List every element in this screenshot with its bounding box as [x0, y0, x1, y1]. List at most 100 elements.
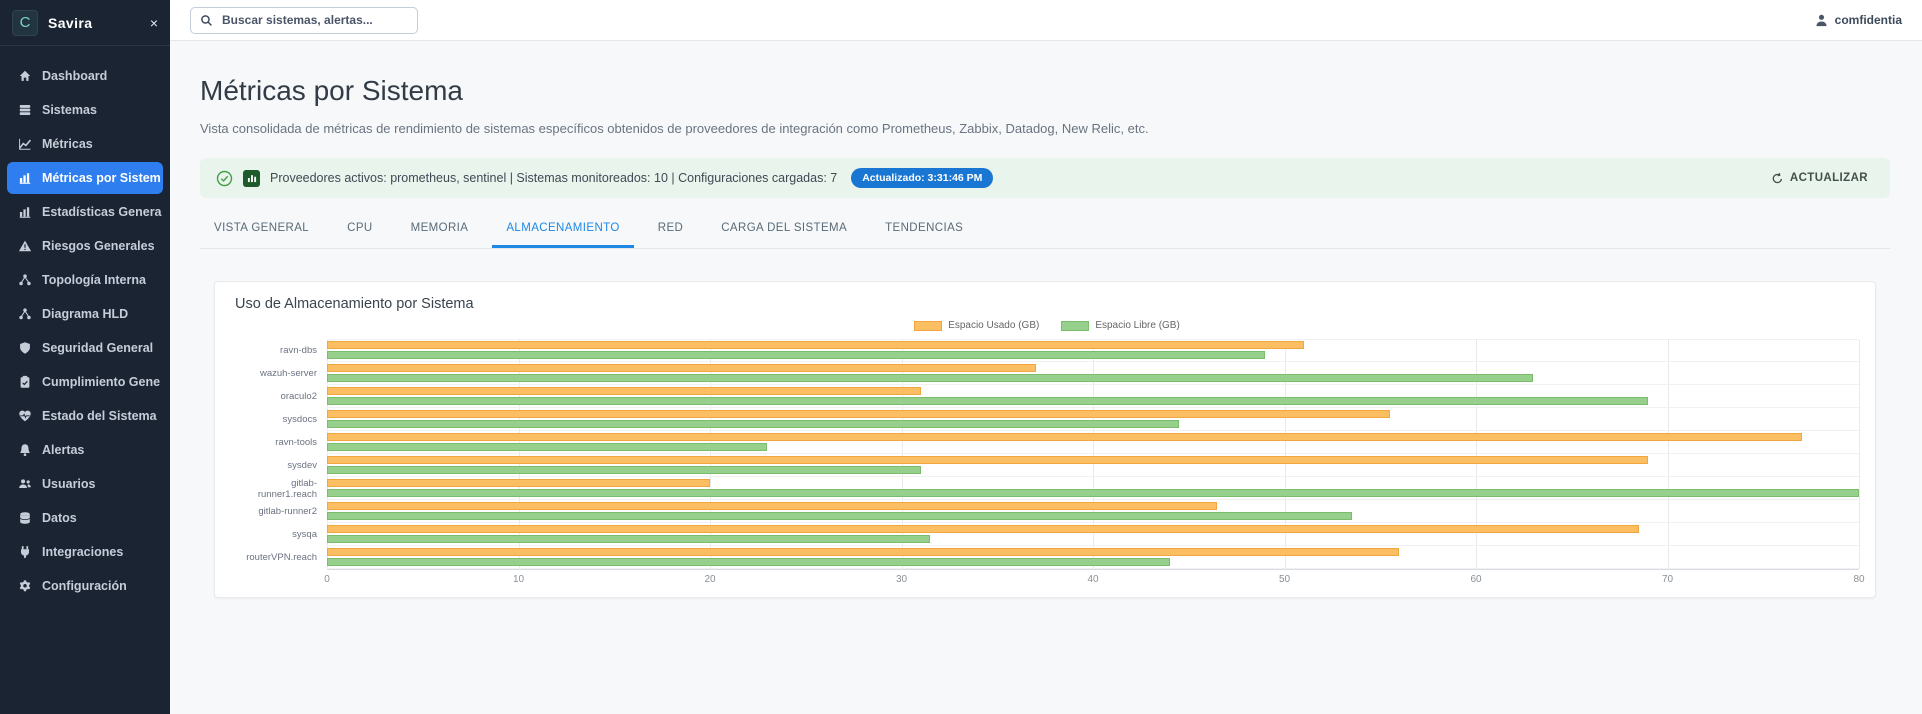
sidebar-item-label: Estadísticas Genera — [42, 205, 162, 219]
sidebar-item-alertas[interactable]: Alertas — [7, 434, 163, 466]
tab-carga-del-sistema[interactable]: CARGA DEL SISTEMA — [707, 212, 861, 248]
category-label: sysdocs — [235, 414, 327, 425]
sidebar-item-sistemas[interactable]: Sistemas — [7, 94, 163, 126]
bar-espacio-usado-gb[interactable] — [327, 502, 1217, 510]
sidebar-item-datos[interactable]: Datos — [7, 502, 163, 534]
sidebar-item-metricas-por-sistem[interactable]: Métricas por Sistem — [7, 162, 163, 194]
sidebar-item-topologia-interna[interactable]: Topología Interna — [7, 264, 163, 296]
bar-espacio-usado-gb[interactable] — [327, 364, 1036, 372]
sidebar-close-icon[interactable]: × — [150, 16, 158, 30]
bar-group — [327, 546, 1859, 569]
sidebar-item-usuarios[interactable]: Usuarios — [7, 468, 163, 500]
tab-vista-general[interactable]: VISTA GENERAL — [200, 212, 323, 248]
bar-espacio-usado-gb[interactable] — [327, 456, 1648, 464]
tab-memoria[interactable]: MEMORIA — [397, 212, 483, 248]
sidebar-item-label: Dashboard — [42, 69, 107, 83]
chart-row-gitlab-runner1-reach: gitlab-runner1.reach — [235, 477, 1859, 500]
bar-espacio-usado-gb[interactable] — [327, 479, 710, 487]
database-icon — [17, 511, 32, 525]
search-box[interactable] — [190, 7, 418, 34]
heart-pulse-icon — [17, 409, 32, 423]
x-axis: 01020304050607080 — [327, 569, 1859, 587]
category-label: oraculo2 — [235, 391, 327, 402]
search-input[interactable] — [220, 12, 408, 28]
status-banner: Proveedores activos: prometheus, sentine… — [200, 158, 1890, 198]
page-title: Métricas por Sistema — [200, 75, 1890, 107]
network-icon — [17, 307, 32, 321]
bar-espacio-libre-gb[interactable] — [327, 397, 1648, 405]
user-name: comfidentia — [1835, 13, 1902, 27]
x-tick-label: 50 — [1279, 574, 1290, 585]
legend-label: Espacio Libre (GB) — [1095, 320, 1179, 331]
bar-espacio-libre-gb[interactable] — [327, 512, 1352, 520]
category-label: gitlab-runner2 — [235, 506, 327, 517]
legend-item-espacio-libre-gb[interactable]: Espacio Libre (GB) — [1061, 320, 1179, 331]
x-tick-label: 40 — [1087, 574, 1098, 585]
chart-row-wazuh-server: wazuh-server — [235, 362, 1859, 385]
line-chart-icon — [17, 137, 32, 151]
sidebar-item-label: Topología Interna — [42, 273, 146, 287]
user-menu[interactable]: comfidentia — [1814, 13, 1902, 28]
bar-espacio-usado-gb[interactable] — [327, 341, 1304, 349]
server-icon — [17, 103, 32, 117]
sidebar-item-configuracion[interactable]: Configuración — [7, 570, 163, 602]
bar-espacio-libre-gb[interactable] — [327, 466, 921, 474]
bar-espacio-libre-gb[interactable] — [327, 558, 1170, 566]
chart-row-sysdev: sysdev — [235, 454, 1859, 477]
bar-espacio-usado-gb[interactable] — [327, 525, 1639, 533]
refresh-button[interactable]: ACTUALIZAR — [1765, 171, 1874, 186]
bar-espacio-usado-gb[interactable] — [327, 433, 1802, 441]
tab-cpu[interactable]: CPU — [333, 212, 386, 248]
bar-espacio-libre-gb[interactable] — [327, 374, 1533, 382]
category-label: gitlab-runner1.reach — [235, 478, 327, 500]
topbar: comfidentia — [170, 0, 1922, 41]
sidebar-item-label: Diagrama HLD — [42, 307, 128, 321]
category-label: wazuh-server — [235, 368, 327, 379]
sidebar-item-label: Seguridad General — [42, 341, 153, 355]
tab-tendencias[interactable]: TENDENCIAS — [871, 212, 977, 248]
sidebar-item-estadisticas-genera[interactable]: Estadísticas Genera — [7, 196, 163, 228]
bar-group — [327, 362, 1859, 385]
sidebar-item-integraciones[interactable]: Integraciones — [7, 536, 163, 568]
bar-group — [327, 339, 1859, 362]
bar-espacio-libre-gb[interactable] — [327, 535, 930, 543]
x-tick-label: 80 — [1853, 574, 1864, 585]
chart-rows: ravn-dbswazuh-serveroraculo2sysdocsravn-… — [235, 339, 1859, 569]
chart-title: Uso de Almacenamiento por Sistema — [235, 296, 1859, 312]
bar-espacio-libre-gb[interactable] — [327, 489, 1859, 497]
bar-group — [327, 385, 1859, 408]
refresh-icon — [1771, 172, 1784, 185]
bar-espacio-usado-gb[interactable] — [327, 548, 1399, 556]
category-label: sysdev — [235, 460, 327, 471]
bar-espacio-usado-gb[interactable] — [327, 387, 921, 395]
sidebar-item-diagrama-hld[interactable]: Diagrama HLD — [7, 298, 163, 330]
bar-chart-icon — [17, 171, 32, 185]
sidebar-item-estado-del-sistema[interactable]: Estado del Sistema — [7, 400, 163, 432]
bell-icon — [17, 443, 32, 457]
x-tick-label: 20 — [704, 574, 715, 585]
tab-red[interactable]: RED — [644, 212, 697, 248]
x-tick-label: 70 — [1662, 574, 1673, 585]
x-tick-label: 10 — [513, 574, 524, 585]
warning-icon — [17, 239, 32, 253]
sidebar-item-cumplimiento-gene[interactable]: Cumplimiento Gene — [7, 366, 163, 398]
bar-espacio-libre-gb[interactable] — [327, 420, 1179, 428]
legend-label: Espacio Usado (GB) — [948, 320, 1039, 331]
sidebar-item-label: Estado del Sistema — [42, 409, 157, 423]
sidebar-item-dashboard[interactable]: Dashboard — [7, 60, 163, 92]
page-subtitle: Vista consolidada de métricas de rendimi… — [200, 121, 1890, 136]
category-label: sysqa — [235, 529, 327, 540]
sidebar-item-riesgos-generales[interactable]: Riesgos Generales — [7, 230, 163, 262]
bar-espacio-libre-gb[interactable] — [327, 443, 767, 451]
tab-almacenamiento[interactable]: ALMACENAMIENTO — [492, 212, 633, 248]
chart-row-sysqa: sysqa — [235, 523, 1859, 546]
bar-espacio-libre-gb[interactable] — [327, 351, 1265, 359]
category-label: ravn-dbs — [235, 345, 327, 356]
sidebar-item-metricas[interactable]: Métricas — [7, 128, 163, 160]
bar-espacio-usado-gb[interactable] — [327, 410, 1390, 418]
content: Métricas por Sistema Vista consolidada d… — [170, 41, 1922, 714]
legend-item-espacio-usado-gb[interactable]: Espacio Usado (GB) — [914, 320, 1039, 331]
sidebar-item-label: Sistemas — [42, 103, 97, 117]
sidebar-item-seguridad-general[interactable]: Seguridad General — [7, 332, 163, 364]
gridline — [1859, 340, 1860, 569]
